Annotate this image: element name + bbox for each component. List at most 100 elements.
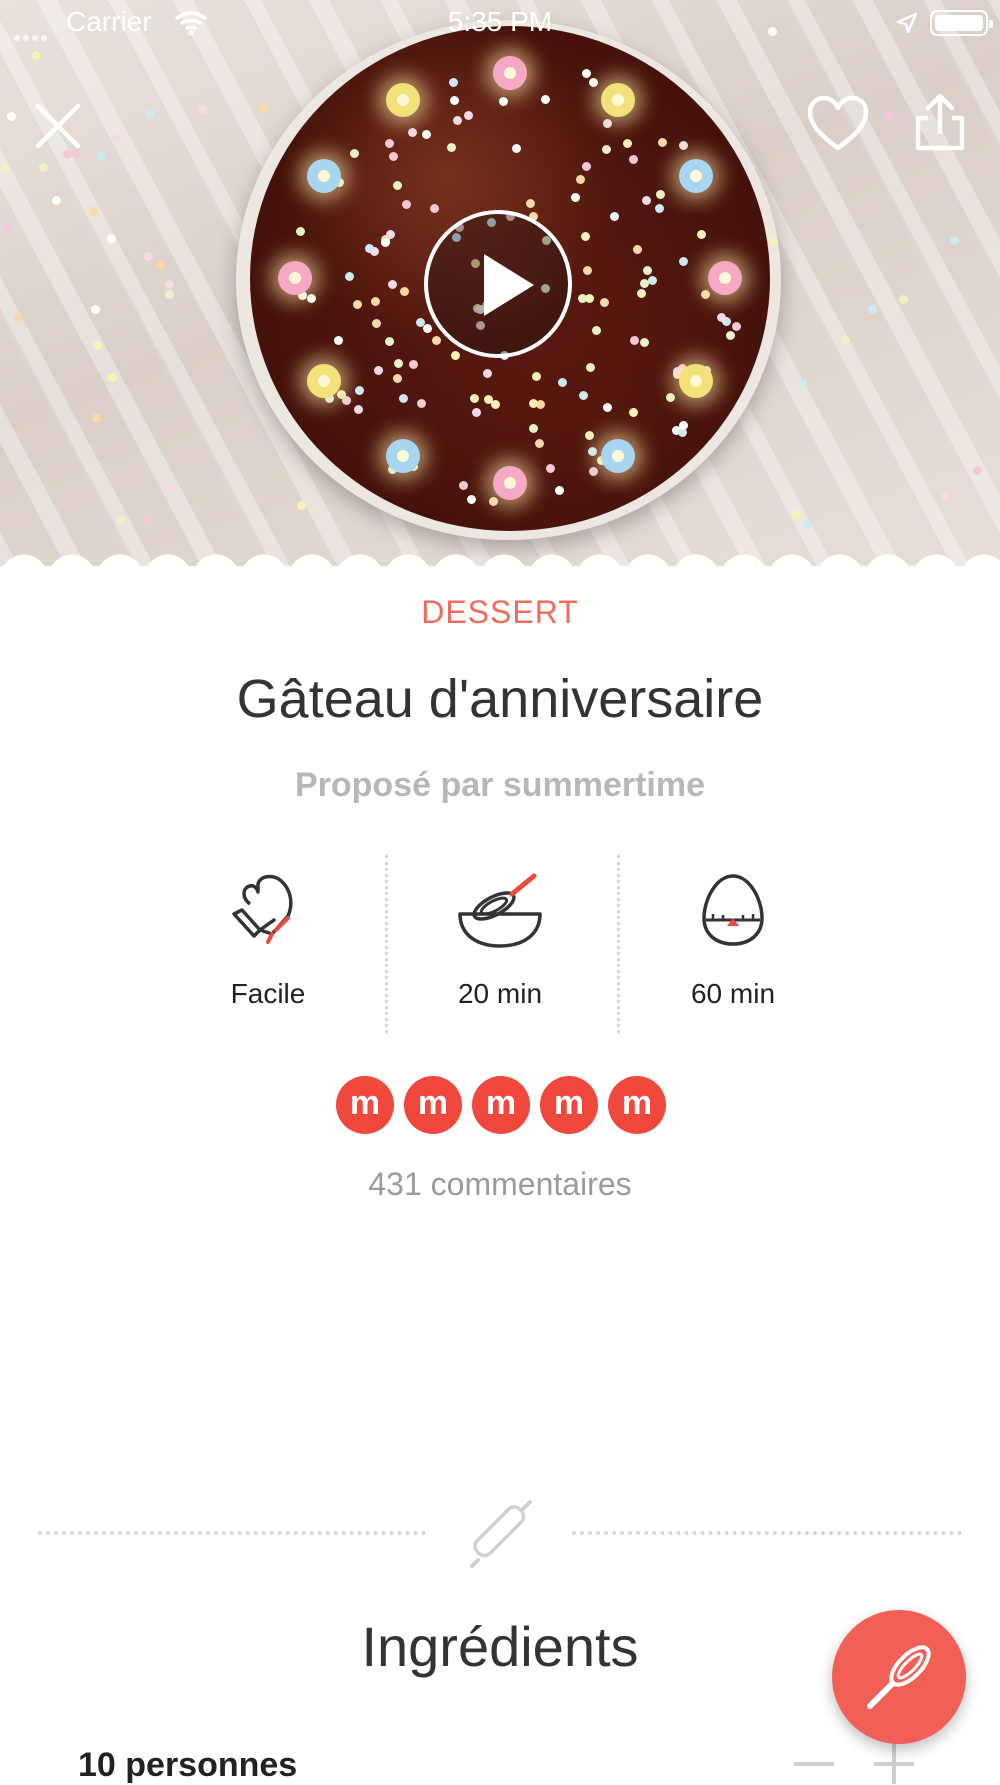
sprinkle: [471, 408, 481, 417]
sprinkle: [488, 496, 498, 506]
sprinkle: [296, 500, 306, 510]
candle: [385, 438, 420, 473]
sprinkle: [941, 491, 951, 501]
sprinkle: [448, 78, 458, 88]
sprinkle: [578, 390, 588, 400]
rating-icon: m: [404, 1076, 462, 1134]
play-video-button[interactable]: [424, 210, 572, 358]
clock: 5:35 PM: [447, 6, 553, 37]
recipe-category[interactable]: DESSERT: [0, 594, 1000, 631]
sprinkle: [385, 336, 395, 346]
sprinkle: [658, 137, 668, 147]
section-divider: [38, 1531, 426, 1535]
sprinkle: [143, 251, 153, 261]
sprinkle: [165, 289, 175, 299]
candle: [679, 363, 714, 398]
sprinkle: [716, 312, 726, 322]
sprinkle: [867, 304, 877, 314]
sprinkle: [541, 94, 551, 104]
sprinkle: [584, 431, 594, 441]
sprinkle: [464, 110, 474, 120]
sprinkle: [344, 271, 354, 281]
sprinkle: [51, 195, 61, 205]
candle: [708, 261, 742, 295]
candle: [493, 56, 527, 90]
sprinkle: [349, 148, 359, 158]
sprinkle: [90, 305, 100, 315]
sprinkle: [91, 414, 101, 424]
sprinkle: [142, 514, 152, 524]
difficulty-metric: Facile: [153, 870, 383, 1010]
sprinkle: [447, 142, 456, 152]
battery-icon: [930, 10, 993, 36]
sprinkle: [197, 104, 207, 114]
increase-servings-button[interactable]: [874, 1744, 914, 1784]
recipe-author[interactable]: Proposé par summertime: [0, 766, 1000, 805]
sprinkle: [384, 138, 394, 148]
recipe-title: Gâteau d'anniversaire: [236, 669, 764, 729]
sprinkle: [422, 323, 432, 333]
sprinkle: [2, 222, 12, 232]
close-icon[interactable]: [30, 98, 86, 154]
sprinkle: [950, 236, 960, 246]
sprinkle: [791, 510, 801, 520]
sprinkle: [665, 392, 675, 402]
rolling-pin-icon: [470, 1500, 532, 1568]
sprinkle: [352, 299, 362, 309]
sprinkle: [602, 144, 612, 154]
sprinkle: [840, 335, 850, 345]
sprinkle: [393, 359, 403, 369]
candle: [600, 438, 635, 473]
sprinkle: [466, 494, 476, 504]
candle: [600, 83, 635, 118]
sprinkle: [636, 288, 646, 298]
sprinkle: [156, 260, 166, 270]
sprinkle: [392, 374, 402, 384]
egg-timer-icon: [702, 874, 764, 946]
sprinkle: [469, 393, 479, 403]
sprinkle: [679, 140, 689, 150]
sprinkle: [117, 514, 127, 524]
sprinkle: [512, 143, 522, 153]
sprinkle: [802, 520, 812, 530]
sprinkle: [570, 193, 580, 202]
sprinkle: [588, 466, 598, 476]
sprinkle: [6, 111, 16, 121]
sprinkle: [599, 298, 609, 308]
status-bar: Carrier 5:35 PM: [0, 0, 1000, 48]
heart-icon[interactable]: [806, 94, 870, 154]
sprinkle: [577, 293, 587, 303]
rating-icon: m: [540, 1076, 598, 1134]
sprinkle: [408, 359, 418, 369]
candle: [679, 158, 714, 193]
sprinkle: [498, 97, 508, 107]
candle: [493, 466, 527, 500]
servings-label: 10 personnes: [78, 1746, 298, 1784]
sprinkle: [165, 280, 175, 290]
sprinkle: [39, 163, 49, 173]
cook-time-metric: 60 min: [618, 870, 848, 1010]
sprinkle: [732, 321, 742, 331]
rating-stars[interactable]: mmmmm: [336, 1076, 676, 1136]
sprinkle: [107, 372, 117, 382]
oven-mitt-icon: [232, 874, 293, 944]
sprinkle: [581, 231, 591, 241]
sprinkle: [371, 296, 381, 306]
recipe-hero-image: [0, 0, 1000, 570]
decrease-servings-button[interactable]: [794, 1762, 834, 1766]
sprinkle: [12, 313, 22, 323]
sprinkle: [389, 151, 399, 161]
sprinkle: [696, 229, 706, 239]
prep-time-metric: 20 min: [385, 870, 615, 1010]
sprinkle: [575, 175, 585, 185]
section-divider: [572, 1531, 962, 1535]
comments-link[interactable]: 431 commentaires: [0, 1166, 1000, 1203]
sprinkle: [798, 378, 808, 388]
sprinkle: [106, 233, 116, 243]
start-cooking-button[interactable]: [832, 1610, 966, 1744]
rating-icon: m: [472, 1076, 530, 1134]
sprinkle: [422, 129, 431, 139]
sprinkle: [167, 482, 177, 492]
sprinkle: [89, 206, 99, 216]
share-icon[interactable]: [912, 92, 968, 154]
